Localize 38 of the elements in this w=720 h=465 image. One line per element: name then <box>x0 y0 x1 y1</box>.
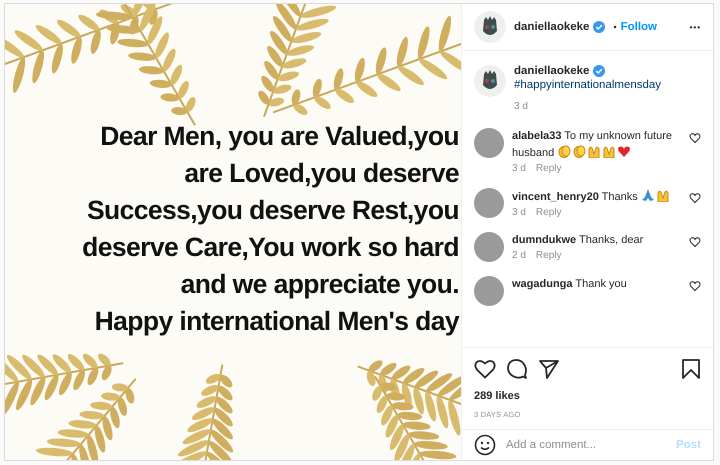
image-text: Dear Men, you are Valued,you are Loved,you deserve Success,you deserve Rest,you deserve Care,You work so hard and we appreciate you. Happy international Men's day <box>81 120 459 338</box>
avatar[interactable] <box>474 188 504 218</box>
comment-text: alabela33 To my unknown future husband <box>512 129 674 161</box>
avatar-icon[interactable] <box>474 11 506 43</box>
heart-icon[interactable] <box>689 132 701 144</box>
avatar[interactable] <box>474 232 504 262</box>
separator-dot: • <box>613 22 617 32</box>
username-link[interactable]: wagadunga <box>512 278 573 290</box>
likes-count[interactable]: 289 likes <box>462 386 713 402</box>
bookmark-icon[interactable] <box>681 358 701 380</box>
username-link[interactable]: alabela33 <box>512 130 562 142</box>
comment-text: dumndukwe Thanks, dear <box>512 233 644 248</box>
comment-icon[interactable] <box>506 358 528 380</box>
timestamp: 3 d <box>512 207 526 218</box>
avatar[interactable] <box>474 128 504 158</box>
raised-hands-icon <box>656 188 670 202</box>
heart-icon[interactable] <box>689 280 701 292</box>
avatar[interactable] <box>474 276 504 306</box>
comment-text: vincent_henry20 Thanks <box>512 188 689 205</box>
raised-hands-icon <box>587 144 602 158</box>
share-icon[interactable] <box>538 358 560 380</box>
heart-icon <box>617 144 632 158</box>
username-link[interactable]: daniellaokeke <box>514 65 590 77</box>
heart-icon[interactable] <box>689 236 701 248</box>
avatar-icon[interactable] <box>474 65 506 97</box>
username-link[interactable]: vincent_henry20 <box>512 191 599 203</box>
timestamp: 3 d <box>514 101 528 112</box>
timestamp: 2 d <box>512 250 526 261</box>
raised-hands-icon <box>602 144 616 158</box>
username-link[interactable]: daniellaokeke <box>514 21 590 33</box>
timestamp: 3 d <box>512 163 526 174</box>
comment-text: wagadunga Thank you <box>512 277 628 292</box>
username-link[interactable]: dumndukwe <box>512 234 576 246</box>
heart-icon[interactable] <box>474 358 496 380</box>
more-options-button[interactable]: ••• <box>690 22 701 32</box>
emoji-icon[interactable] <box>474 434 496 456</box>
heart-icon[interactable] <box>689 192 701 204</box>
hashtag-link[interactable]: #happyinternationalmensday <box>514 79 701 91</box>
